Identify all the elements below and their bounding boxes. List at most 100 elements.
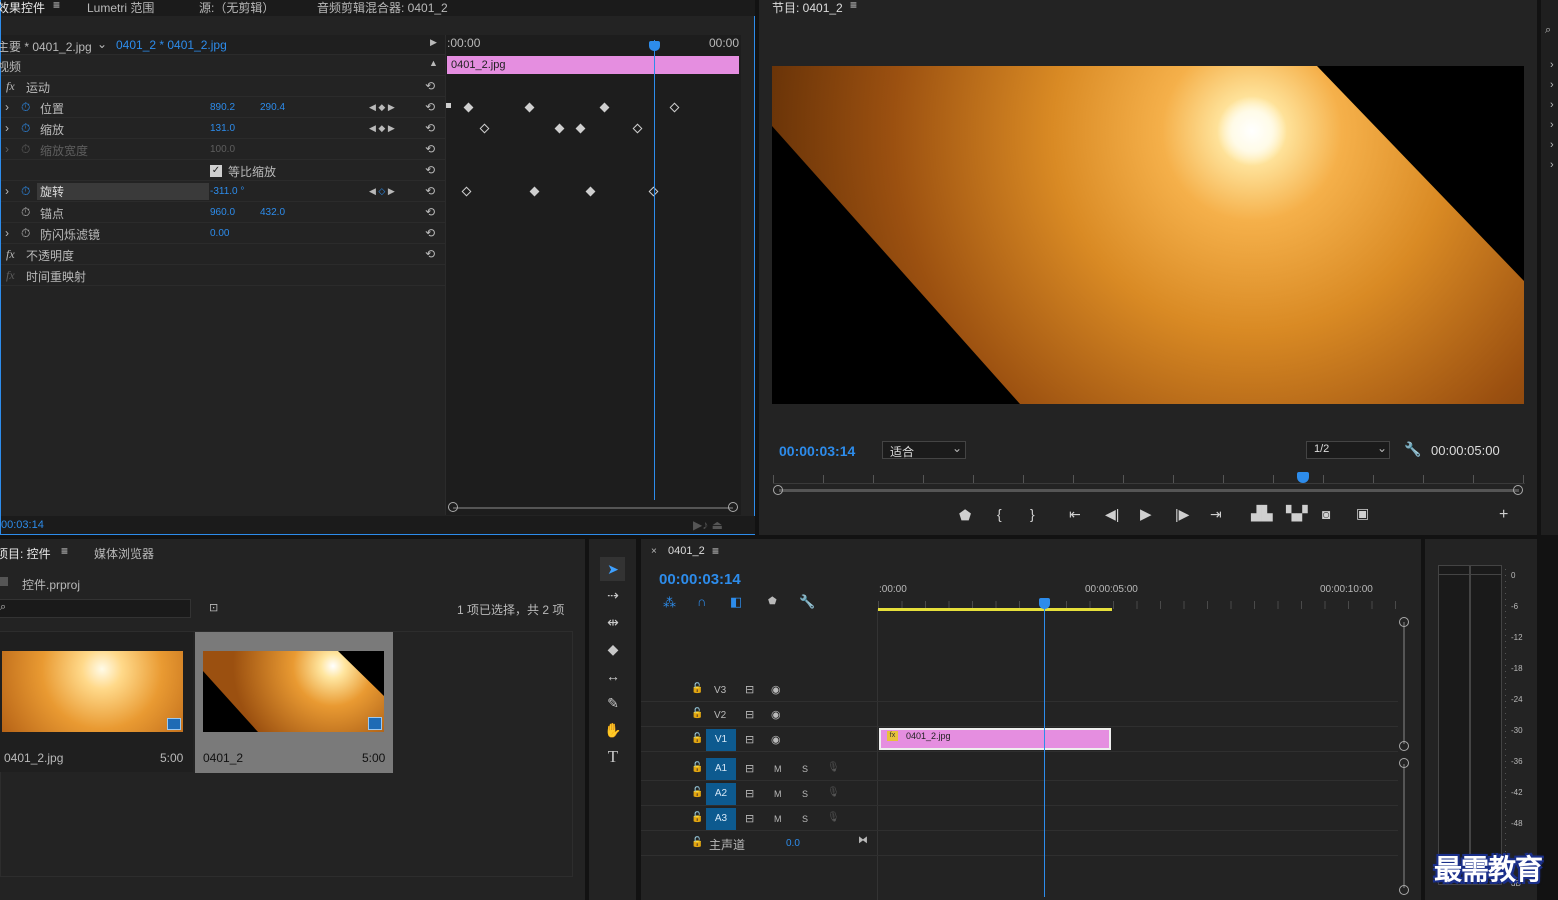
menu-icon[interactable]: ≡ xyxy=(53,0,60,12)
extract-icon[interactable]: ▚▞ xyxy=(1286,505,1308,522)
flicker-value[interactable]: 0.00 xyxy=(210,228,229,239)
anchor-y-value[interactable]: 432.0 xyxy=(260,207,285,218)
tab-source[interactable]: 源:（无剪辑） xyxy=(199,0,274,16)
lift-icon[interactable]: ▟▙ xyxy=(1251,505,1273,522)
scroll-up-icon[interactable]: ▲ xyxy=(429,58,438,68)
sync-lock-icon[interactable]: ⊟ xyxy=(745,787,754,800)
mute-button[interactable]: M xyxy=(774,814,782,824)
mark-in-icon[interactable]: { xyxy=(997,506,1002,522)
mini-scrollbar[interactable] xyxy=(453,507,733,509)
menu-icon[interactable]: ≡ xyxy=(61,544,68,558)
v-scrollbar-bottom[interactable] xyxy=(1403,764,1405,888)
position-y-value[interactable]: 290.4 xyxy=(260,102,285,113)
opacity-row[interactable]: fx 不透明度 ⟲ xyxy=(1,244,445,265)
program-scrubber-ruler[interactable] xyxy=(773,470,1525,484)
work-area-bar[interactable] xyxy=(878,608,1112,611)
add-marker-icon[interactable]: ⬟ xyxy=(768,596,777,607)
ripple-edit-tool-icon[interactable]: ⇹ xyxy=(604,613,622,631)
chevron-right-icon[interactable]: › xyxy=(5,121,9,135)
scroll-handle[interactable] xyxy=(1399,885,1409,895)
reset-icon[interactable]: ⟲ xyxy=(425,100,435,114)
stopwatch-icon[interactable]: ⏱ xyxy=(21,226,30,241)
selection-tool-icon[interactable]: ➤ xyxy=(604,560,622,578)
scroll-handle[interactable] xyxy=(1399,741,1409,751)
lock-icon[interactable]: 🔓 xyxy=(691,787,703,798)
mic-icon[interactable]: 🎙 xyxy=(827,762,840,773)
type-tool-icon[interactable]: T xyxy=(604,748,622,766)
master-end-icon[interactable]: ⧓ xyxy=(858,835,868,846)
reset-icon[interactable]: ⟲ xyxy=(425,226,435,240)
reset-icon[interactable]: ⟲ xyxy=(425,121,435,135)
nest-icon[interactable]: ⁂ xyxy=(663,595,676,611)
step-back-icon[interactable]: ◀| xyxy=(1105,506,1119,523)
keyframe-icon[interactable] xyxy=(446,103,451,108)
new-bin-icon[interactable]: ⊡ xyxy=(209,601,218,614)
timeline-timecode[interactable]: 00:00:03:14 xyxy=(659,571,741,588)
timeline-tab[interactable]: 0401_2 xyxy=(668,545,705,557)
track-target-a1[interactable]: A1 xyxy=(706,758,736,780)
mute-button[interactable]: M xyxy=(774,789,782,799)
keyframe-nav-icon[interactable]: ◀ ◆ ▶ xyxy=(369,102,395,113)
program-timecode[interactable]: 00:00:03:14 xyxy=(779,443,855,459)
scale-value[interactable]: 131.0 xyxy=(210,123,235,134)
sync-lock-icon[interactable]: ⊟ xyxy=(745,733,754,746)
mic-icon[interactable]: 🎙 xyxy=(827,787,840,798)
sync-lock-icon[interactable]: ⊟ xyxy=(745,708,754,721)
wrench-icon[interactable]: 🔧 xyxy=(1404,441,1421,458)
scroll-handle[interactable] xyxy=(1399,758,1409,768)
track-label[interactable]: V3 xyxy=(714,685,726,696)
stopwatch-icon[interactable]: ⏱ xyxy=(21,100,30,115)
lock-icon[interactable]: 🔓 xyxy=(691,708,703,719)
step-forward-icon[interactable]: |▶ xyxy=(1175,506,1189,523)
comparison-view-icon[interactable]: ▣ xyxy=(1356,505,1369,522)
uniform-scale-checkbox[interactable]: ✓ xyxy=(210,165,222,177)
scroll-handle-left[interactable] xyxy=(448,502,458,512)
solo-button[interactable]: S xyxy=(802,814,808,824)
tab-effect-controls[interactable]: 效果控件 xyxy=(0,0,45,16)
stopwatch-icon[interactable]: ⏱ xyxy=(21,205,30,220)
track-target-v1[interactable]: V1 xyxy=(706,729,736,751)
anchor-x-value[interactable]: 960.0 xyxy=(210,207,235,218)
stopwatch-icon[interactable]: ⏱ xyxy=(21,184,30,199)
sync-lock-icon[interactable]: ⊟ xyxy=(745,762,754,775)
sequence-clip-label[interactable]: 0401_2 * 0401_2.jpg xyxy=(116,38,227,52)
razor-tool-icon[interactable]: ◆ xyxy=(604,640,622,658)
track-target-a2[interactable]: A2 xyxy=(706,783,736,805)
go-to-out-icon[interactable]: ⇥ xyxy=(1210,506,1222,523)
slip-tool-icon[interactable]: ↔ xyxy=(604,667,622,685)
mute-button[interactable]: M xyxy=(774,764,782,774)
program-title[interactable]: 节目: 0401_2 xyxy=(772,0,843,16)
track-select-tool-icon[interactable]: ⇢ xyxy=(604,586,622,604)
program-video-frame[interactable] xyxy=(772,66,1524,404)
go-to-in-icon[interactable]: ⇤ xyxy=(1069,506,1081,523)
eye-icon[interactable]: ◉ xyxy=(771,708,781,721)
eye-icon[interactable]: ◉ xyxy=(771,733,781,746)
mark-out-icon[interactable]: } xyxy=(1030,506,1035,522)
timeline-playhead[interactable] xyxy=(1044,601,1045,897)
add-marker-icon[interactable]: ⬟ xyxy=(959,507,971,524)
tab-project[interactable]: 项目: 控件 xyxy=(0,545,51,562)
pen-tool-icon[interactable]: ✎ xyxy=(604,694,622,712)
lock-icon[interactable]: 🔓 xyxy=(691,812,703,823)
project-search-input[interactable] xyxy=(0,599,191,618)
wrench-icon[interactable]: 🔧 xyxy=(799,594,815,610)
menu-icon[interactable]: ≡ xyxy=(712,544,719,558)
search-icon[interactable]: ⌕ xyxy=(1545,24,1551,37)
lock-icon[interactable]: 🔓 xyxy=(691,683,703,694)
rotation-value[interactable]: -311.0 ° xyxy=(210,186,244,197)
tab-media-browser[interactable]: 媒体浏览器 xyxy=(94,545,154,562)
keyframe-nav-icon[interactable]: ◀ ◆ ▶ xyxy=(369,123,395,134)
v-scrollbar-top[interactable] xyxy=(1403,622,1405,744)
motion-row[interactable]: fx 运动 ⟲ xyxy=(1,76,445,97)
play-only-icon[interactable]: ▶ xyxy=(430,37,437,48)
lock-icon[interactable]: 🔓 xyxy=(691,762,703,773)
reset-icon[interactable]: ⟲ xyxy=(425,142,435,156)
position-x-value[interactable]: 890.2 xyxy=(210,102,235,113)
snap-icon[interactable]: ∩ xyxy=(697,594,706,609)
reset-icon[interactable]: ⟲ xyxy=(425,247,435,261)
scroll-handle[interactable] xyxy=(1399,617,1409,627)
reset-icon[interactable]: ⟲ xyxy=(425,163,435,177)
scroll-handle-right[interactable] xyxy=(1513,485,1523,495)
tab-lumetri[interactable]: Lumetri 范围 xyxy=(87,0,154,16)
sync-lock-icon[interactable]: ⊟ xyxy=(745,683,754,696)
